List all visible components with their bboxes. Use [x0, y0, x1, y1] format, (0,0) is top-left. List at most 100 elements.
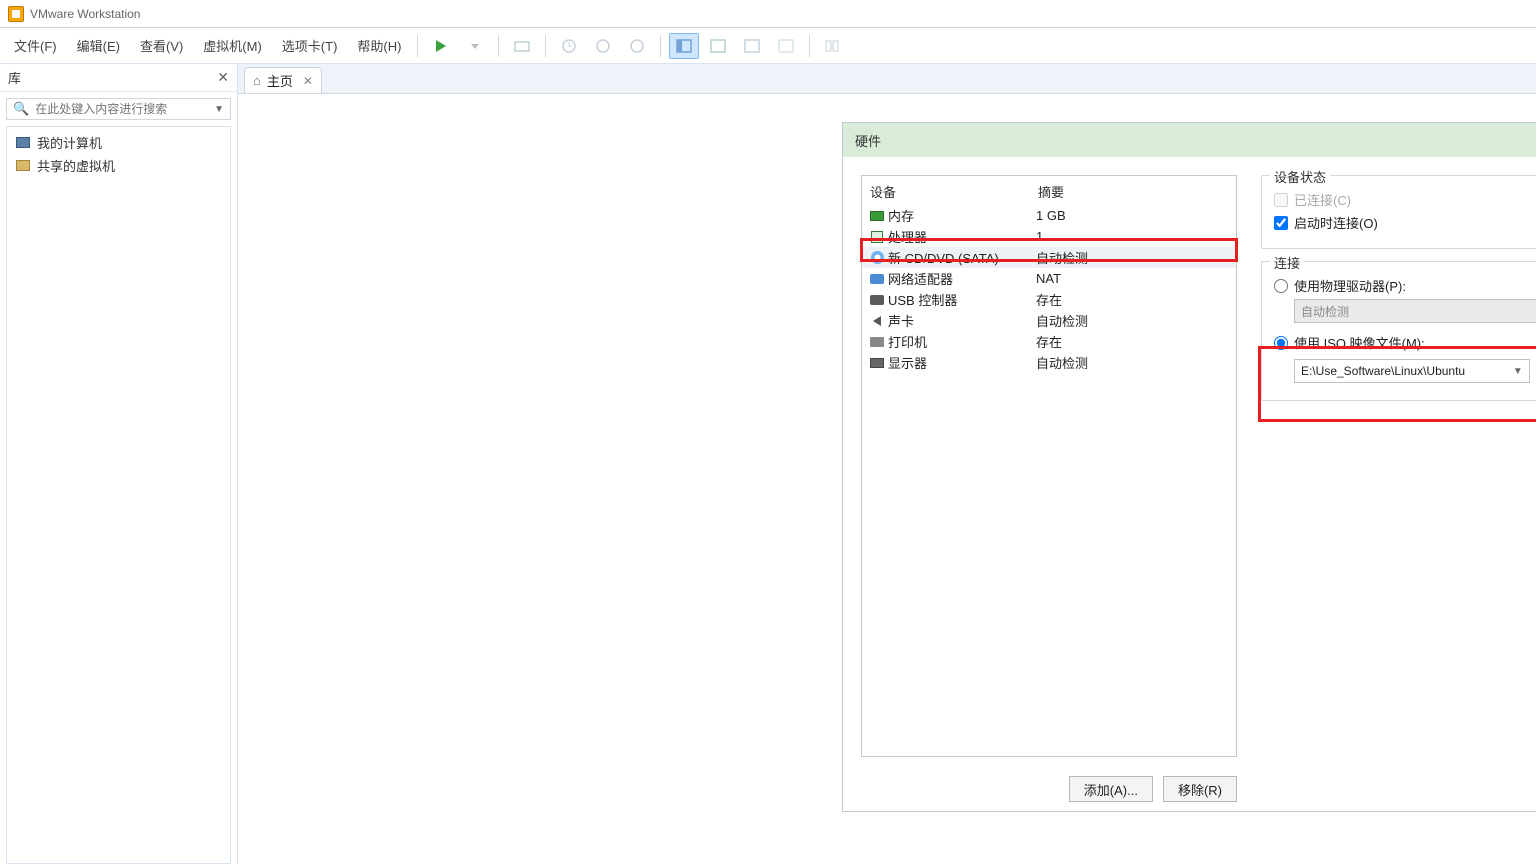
menu-tabs[interactable]: 选项卡(T): [272, 30, 348, 61]
sidebar-close-icon[interactable]: ✕: [217, 69, 229, 86]
toolbar-clock1-icon[interactable]: [554, 33, 584, 59]
device-summary: 1 GB: [1036, 208, 1230, 223]
device-row-printer[interactable]: 打印机 存在: [862, 331, 1236, 352]
device-row-display[interactable]: 显示器 自动检测: [862, 352, 1236, 373]
connected-label: 已连接(C): [1294, 190, 1351, 209]
device-summary: NAT: [1036, 271, 1230, 286]
play-button[interactable]: [426, 33, 456, 59]
menu-edit[interactable]: 编辑(E): [67, 30, 130, 61]
connected-checkbox: [1274, 193, 1288, 207]
tab-close-icon[interactable]: ✕: [303, 74, 313, 88]
content-area: ⌂ 主页 ✕ 硬件 ✕ 设备 摘要: [238, 64, 1536, 864]
toolbar-view4-icon[interactable]: [771, 33, 801, 59]
iso-path-combo[interactable]: E:\Use_Software\Linux\Ubuntu ▼: [1294, 359, 1530, 383]
device-status-legend: 设备状态: [1270, 167, 1330, 186]
connect-at-poweron-row[interactable]: 启动时连接(O): [1274, 213, 1536, 232]
menu-file[interactable]: 文件(F): [4, 30, 67, 61]
device-name: 显示器: [888, 353, 1036, 372]
dialog-footer: 添加(A)... 移除(R): [843, 767, 1536, 811]
add-label: 添加(A)...: [1084, 780, 1138, 799]
use-physical-radio[interactable]: [1274, 279, 1288, 293]
connect-at-poweron-checkbox[interactable]: [1274, 216, 1288, 230]
tree-label: 共享的虚拟机: [37, 156, 115, 175]
connection-fieldset: 连接 使用物理驱动器(P): 自动检测 ▼: [1261, 261, 1536, 401]
sidebar-title: 库: [8, 68, 21, 87]
separator: [417, 35, 418, 57]
tree-item-shared-vms[interactable]: 共享的虚拟机: [7, 154, 230, 177]
device-row-sound[interactable]: 声卡 自动检测: [862, 310, 1236, 331]
menubar: 文件(F) 编辑(E) 查看(V) 虚拟机(M) 选项卡(T) 帮助(H): [0, 28, 1536, 64]
use-physical-row[interactable]: 使用物理驱动器(P):: [1274, 276, 1536, 295]
device-name: 新 CD/DVD (SATA): [888, 248, 1036, 267]
separator: [809, 35, 810, 57]
menu-vm[interactable]: 虚拟机(M): [193, 30, 272, 61]
titlebar: VMware Workstation: [0, 0, 1536, 28]
device-summary: 自动检测: [1036, 353, 1230, 372]
sidebar: 库 ✕ 🔍 ▼ 我的计算机 共享的虚拟机: [0, 64, 238, 864]
device-name: 处理器: [888, 227, 1036, 246]
device-list-header: 设备 摘要: [862, 176, 1236, 205]
connected-checkbox-row: 已连接(C): [1274, 190, 1536, 209]
printer-icon: [868, 337, 886, 347]
cpu-icon: [868, 231, 886, 243]
device-summary: 存在: [1036, 332, 1230, 351]
sidebar-header: 库 ✕: [0, 64, 237, 92]
device-row-processor[interactable]: 处理器 1: [862, 226, 1236, 247]
toolbar-clock3-icon[interactable]: [622, 33, 652, 59]
play-dropdown[interactable]: [460, 33, 490, 59]
device-name: 网络适配器: [888, 269, 1036, 288]
connection-legend: 连接: [1270, 253, 1304, 272]
disc-icon: [868, 251, 886, 264]
separator: [660, 35, 661, 57]
main-area: 库 ✕ 🔍 ▼ 我的计算机 共享的虚拟机 ⌂ 主页 ✕: [0, 64, 1536, 864]
device-summary: 自动检测: [1036, 311, 1230, 330]
remove-button[interactable]: 移除(R): [1163, 776, 1237, 802]
use-iso-radio[interactable]: [1274, 336, 1288, 350]
search-dropdown-icon[interactable]: ▼: [214, 104, 224, 115]
device-list-panel: 设备 摘要 内存 1 GB 处理器: [861, 175, 1237, 757]
toolbar-clock2-icon[interactable]: [588, 33, 618, 59]
toolbar-view2-icon[interactable]: [703, 33, 733, 59]
sidebar-search[interactable]: 🔍 ▼: [6, 98, 231, 120]
device-row-memory[interactable]: 内存 1 GB: [862, 205, 1236, 226]
tabbar: ⌂ 主页 ✕: [238, 64, 1536, 94]
iso-path-value: E:\Use_Software\Linux\Ubuntu: [1301, 364, 1465, 378]
use-iso-row[interactable]: 使用 ISO 映像文件(M):: [1274, 333, 1536, 352]
search-icon: 🔍: [13, 101, 29, 117]
add-button[interactable]: 添加(A)...: [1069, 776, 1153, 802]
content-body: 硬件 ✕ 设备 摘要 内存 1 GB: [238, 94, 1536, 864]
advanced-row: 高级(V)...: [1261, 415, 1536, 441]
menu-view[interactable]: 查看(V): [130, 30, 193, 61]
tree-item-my-computer[interactable]: 我的计算机: [7, 131, 230, 154]
app-title: VMware Workstation: [30, 7, 140, 21]
device-row-network[interactable]: 网络适配器 NAT: [862, 268, 1236, 289]
menu-help[interactable]: 帮助(H): [347, 30, 411, 61]
toolbar-snapshot-icon[interactable]: [507, 33, 537, 59]
col-summary: 摘要: [1038, 182, 1064, 201]
toolbar-library-icon[interactable]: [818, 33, 848, 59]
use-iso-label: 使用 ISO 映像文件(M):: [1294, 333, 1425, 352]
tab-label: 主页: [267, 71, 293, 90]
tab-home[interactable]: ⌂ 主页 ✕: [244, 67, 322, 93]
dialog-header: 硬件 ✕: [843, 123, 1536, 157]
search-input[interactable]: [35, 102, 214, 116]
sidebar-tree: 我的计算机 共享的虚拟机: [6, 126, 231, 864]
dialog-body: 设备 摘要 内存 1 GB 处理器: [843, 157, 1536, 767]
toolbar-view1-icon[interactable]: [669, 33, 699, 59]
tree-label: 我的计算机: [37, 133, 102, 152]
chevron-down-icon[interactable]: ▼: [1513, 366, 1523, 377]
device-name: 声卡: [888, 311, 1036, 330]
device-row-usb[interactable]: USB 控制器 存在: [862, 289, 1236, 310]
app-icon: [8, 6, 24, 22]
separator: [498, 35, 499, 57]
network-icon: [868, 274, 886, 284]
folder-icon: [15, 159, 31, 173]
toolbar-view3-icon[interactable]: [737, 33, 767, 59]
device-rows: 内存 1 GB 处理器 1 新 CD/DVD (SATA): [862, 205, 1236, 373]
device-row-cddvd[interactable]: 新 CD/DVD (SATA) 自动检测: [862, 247, 1236, 268]
hardware-dialog: 硬件 ✕ 设备 摘要 内存 1 GB: [842, 122, 1536, 812]
monitor-icon: [15, 136, 31, 150]
settings-panel: 设备状态 已连接(C) 启动时连接(O) 连接: [1257, 175, 1536, 767]
device-name: 内存: [888, 206, 1036, 225]
usb-icon: [868, 295, 886, 305]
